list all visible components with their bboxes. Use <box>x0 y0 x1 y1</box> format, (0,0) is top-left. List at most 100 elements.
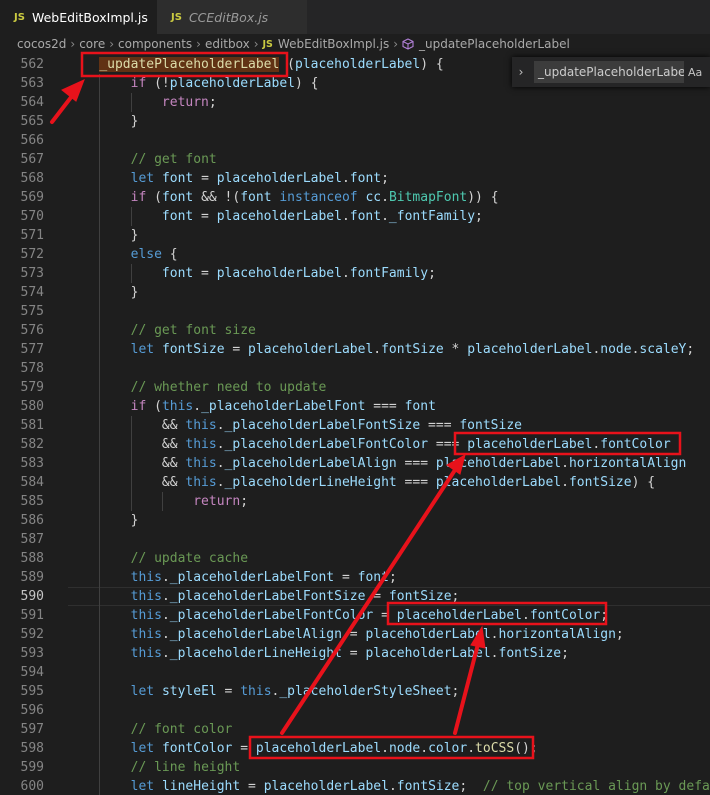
code-line[interactable]: 597 // font color <box>0 720 710 739</box>
code-line[interactable]: 585 return; <box>0 492 710 511</box>
code-line[interactable]: 587 <box>0 530 710 549</box>
code-line[interactable]: 595 let styleEl = this._placeholderStyle… <box>0 682 710 701</box>
code-line[interactable]: 586 } <box>0 511 710 530</box>
code-editor[interactable]: 562 _updatePlaceholderLabel (placeholder… <box>0 54 710 795</box>
code-line[interactable]: 566 <box>0 131 710 150</box>
line-number: 575 <box>20 304 44 319</box>
code-line[interactable]: 594 <box>0 663 710 682</box>
code-text: && this._placeholderLabelFontSize === fo… <box>68 418 522 433</box>
code-line[interactable]: 569 if (font && !(font instanceof cc.Bit… <box>0 188 710 207</box>
chevron-right-icon[interactable]: › <box>512 65 530 79</box>
code-line[interactable]: 600 let lineHeight = placeholderLabel.fo… <box>0 777 710 795</box>
line-number: 582 <box>20 437 44 452</box>
line-number: 595 <box>20 684 44 699</box>
line-number: 599 <box>20 760 44 775</box>
line-number: 562 <box>20 57 44 72</box>
chevron-right-icon: › <box>109 37 115 51</box>
line-number: 572 <box>20 247 44 262</box>
code-line[interactable]: 588 // update cache <box>0 549 710 568</box>
indent-guide <box>131 93 132 112</box>
code-line[interactable]: 570 font = placeholderLabel.font._fontFa… <box>0 207 710 226</box>
chevron-right-icon: › <box>70 37 76 51</box>
code-text: // line height <box>130 760 241 775</box>
line-number: 580 <box>20 399 44 414</box>
code-line[interactable]: 571 } <box>0 226 710 245</box>
line-number: 566 <box>20 133 44 148</box>
code-text: if (this._placeholderLabelFont === font <box>130 399 436 414</box>
code-line[interactable]: 579 // whether need to update <box>0 378 710 397</box>
tab-webeditboximpl[interactable]: JS WebEditBoxImpl.js <box>0 0 157 34</box>
line-number: 577 <box>20 342 44 357</box>
code-text: this._placeholderLabelFontColor = placeh… <box>130 608 609 623</box>
line-number: 583 <box>20 456 44 471</box>
code-text: } <box>68 228 139 243</box>
line-number: 584 <box>20 475 44 490</box>
breadcrumb-item[interactable]: cocos2d <box>17 37 66 51</box>
breadcrumb-symbol[interactable]: _updatePlaceholderLabel <box>419 37 570 51</box>
code-text: let fontSize = placeholderLabel.fontSize… <box>130 342 695 357</box>
js-file-icon: JS <box>171 11 182 23</box>
line-number: 588 <box>20 551 44 566</box>
code-text: this._placeholderLabelFont = font; <box>130 570 397 585</box>
code-line[interactable]: 580 if (this._placeholderLabelFont === f… <box>0 397 710 416</box>
line-number: 573 <box>20 266 44 281</box>
line-number: 568 <box>20 171 44 186</box>
code-text: _updatePlaceholderLabel (placeholderLabe… <box>99 57 444 72</box>
code-text: if (font && !(font instanceof cc.BitmapF… <box>130 190 499 205</box>
breadcrumb: cocos2d › core › components › editbox › … <box>0 34 710 54</box>
js-file-icon: JS <box>14 11 25 23</box>
code-line[interactable]: 572 else { <box>0 245 710 264</box>
code-text: // get font size <box>130 323 256 338</box>
code-text: this._placeholderLabelAlign = placeholde… <box>130 627 624 642</box>
code-text: && this._placeholderLabelAlign === place… <box>68 456 687 471</box>
code-line[interactable]: 596 <box>0 701 710 720</box>
line-number: 587 <box>20 532 44 547</box>
code-line[interactable]: 599 // line height <box>0 758 710 777</box>
code-line[interactable]: 590 this._placeholderLabelFontSize = fon… <box>0 587 710 606</box>
code-line[interactable]: 573 font = placeholderLabel.fontFamily; <box>0 264 710 283</box>
code-line[interactable]: 577 let fontSize = placeholderLabel.font… <box>0 340 710 359</box>
code-text: } <box>68 285 139 300</box>
code-line[interactable]: 567 // get font <box>0 150 710 169</box>
code-line[interactable]: 581 && this._placeholderLabelFontSize ==… <box>0 416 710 435</box>
breadcrumb-item[interactable]: components <box>118 37 192 51</box>
line-number: 578 <box>20 361 44 376</box>
code-line[interactable]: 582 && this._placeholderLabelFontColor =… <box>0 435 710 454</box>
line-number: 563 <box>20 76 44 91</box>
chevron-right-icon: › <box>393 37 399 51</box>
breadcrumb-item[interactable]: editbox <box>205 37 250 51</box>
line-number: 596 <box>20 703 44 718</box>
code-line[interactable]: 576 // get font size <box>0 321 710 340</box>
tab-bar: JS WebEditBoxImpl.js JS CCEditBox.js <box>0 0 710 34</box>
tab-cceditbox[interactable]: JS CCEditBox.js <box>157 0 307 34</box>
code-line[interactable]: 583 && this._placeholderLabelAlign === p… <box>0 454 710 473</box>
code-line[interactable]: 589 this._placeholderLabelFont = font; <box>0 568 710 587</box>
find-input[interactable]: _updatePlaceholderLabel <box>534 61 684 83</box>
code-line[interactable]: 592 this._placeholderLabelAlign = placeh… <box>0 625 710 644</box>
code-text: if (!placeholderLabel) { <box>130 76 319 91</box>
breadcrumb-item[interactable]: core <box>79 37 105 51</box>
line-number: 594 <box>20 665 44 680</box>
line-number: 564 <box>20 95 44 110</box>
line-number: 585 <box>20 494 44 509</box>
chevron-right-icon: › <box>196 37 201 51</box>
code-line[interactable]: 584 && this._placeholderLineHeight === p… <box>0 473 710 492</box>
code-line[interactable]: 575 <box>0 302 710 321</box>
code-text: return; <box>193 494 249 509</box>
line-number: 589 <box>20 570 44 585</box>
line-number: 569 <box>20 190 44 205</box>
code-line[interactable]: 598 let fontColor = placeholderLabel.nod… <box>0 739 710 758</box>
code-line[interactable]: 578 <box>0 359 710 378</box>
chevron-right-icon: › <box>253 37 259 51</box>
code-line[interactable]: 564 return; <box>0 93 710 112</box>
match-case-toggle[interactable]: Aa <box>688 66 702 79</box>
line-number: 576 <box>20 323 44 338</box>
indent-guide <box>131 416 132 511</box>
code-line[interactable]: 574 } <box>0 283 710 302</box>
code-line[interactable]: 565 } <box>0 112 710 131</box>
code-line[interactable]: 568 let font = placeholderLabel.font; <box>0 169 710 188</box>
code-text: // font color <box>130 722 233 737</box>
breadcrumb-file[interactable]: WebEditBoxImpl.js <box>278 37 389 51</box>
code-line[interactable]: 591 this._placeholderLabelFontColor = pl… <box>0 606 710 625</box>
code-line[interactable]: 593 this._placeholderLineHeight = placeh… <box>0 644 710 663</box>
